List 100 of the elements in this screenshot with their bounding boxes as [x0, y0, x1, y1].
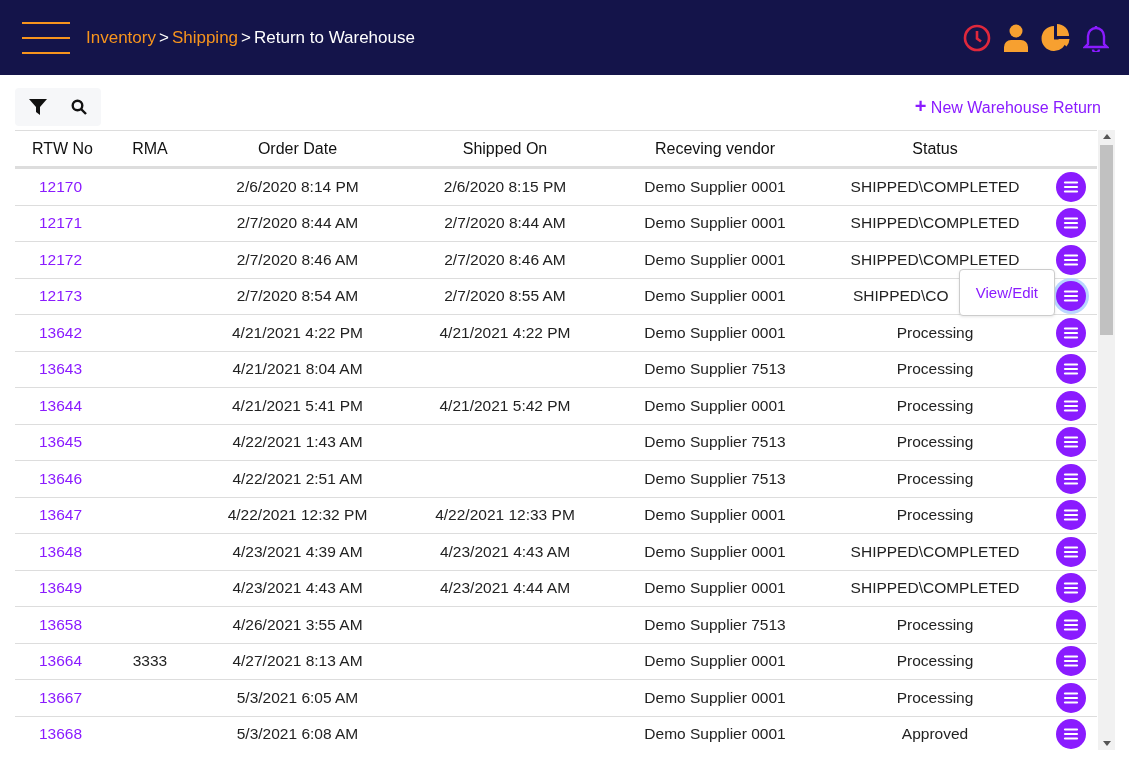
bell-icon[interactable] [1083, 23, 1109, 52]
status-cell: SHIPPED\COMPLETED [850, 250, 1020, 268]
status-cell: Processing [896, 615, 974, 633]
list-icon [1063, 399, 1079, 412]
rtw-number-link[interactable]: 12171 [15, 214, 110, 233]
table-cell: Demo Supplier 0001 [644, 396, 786, 414]
status-cell: Processing [896, 433, 974, 451]
rtw-number-link[interactable]: 13647 [15, 506, 110, 525]
row-menu-button[interactable] [1056, 682, 1086, 713]
new-warehouse-return-link[interactable]: + New Warehouse Return [914, 95, 1101, 118]
row-menu-button[interactable] [1056, 281, 1086, 312]
row-menu-button[interactable] [1056, 463, 1086, 494]
menu-icon[interactable] [22, 20, 70, 55]
tooltip[interactable]: View/Edit [958, 269, 1055, 317]
column-header[interactable]: RTW No [15, 139, 110, 158]
row-menu-button[interactable] [1056, 573, 1086, 604]
table-cell: 2/7/2020 8:55 AM [444, 287, 566, 305]
filter-icon[interactable] [29, 98, 47, 115]
table-cell: Demo Supplier 0001 [644, 688, 786, 706]
rtw-number-link[interactable]: 13643 [15, 360, 110, 379]
rtw-number-link[interactable]: 13645 [15, 433, 110, 452]
column-header[interactable]: Shipped On [405, 139, 605, 158]
table-cell: Demo Supplier 7513 [644, 469, 786, 487]
list-icon [1063, 545, 1079, 558]
breadcrumb-separator: > [158, 27, 169, 48]
breadcrumb-link[interactable]: Inventory [86, 27, 156, 48]
table-cell: 2/7/2020 8:44 AM [444, 214, 566, 232]
row-menu-button[interactable] [1056, 208, 1086, 239]
search-icon[interactable] [71, 98, 87, 115]
rtw-number-link[interactable]: 12170 [15, 177, 110, 196]
table-cell: Demo Supplier 0001 [644, 287, 786, 305]
row-menu-button[interactable] [1056, 609, 1086, 640]
breadcrumb-link[interactable]: Shipping [171, 27, 239, 48]
rtw-number-link[interactable]: 13648 [15, 542, 110, 561]
row-menu-button[interactable] [1056, 536, 1086, 567]
row-menu-button[interactable] [1056, 427, 1086, 458]
row-menu-button[interactable] [1056, 171, 1086, 202]
pie-chart-icon[interactable] [1041, 22, 1071, 53]
list-icon [1063, 217, 1079, 230]
row-menu-button[interactable] [1056, 244, 1086, 275]
column-header[interactable]: RMA [110, 139, 190, 158]
clock-icon[interactable] [963, 23, 991, 52]
rtw-number-link[interactable]: 13642 [15, 323, 110, 342]
rtw-number-link[interactable]: 13668 [15, 725, 110, 744]
table-cell: 4/22/2021 12:32 PM [227, 506, 368, 524]
status-cell: SHIPPED\CO [853, 287, 949, 305]
list-icon [1063, 363, 1079, 376]
table-cell: Demo Supplier 0001 [644, 214, 786, 232]
row-menu-button[interactable] [1056, 317, 1086, 348]
rtw-number-link[interactable]: 12172 [15, 250, 110, 269]
scrollbar-thumb[interactable] [1100, 145, 1113, 335]
row-menu-button[interactable] [1056, 500, 1086, 531]
table-cell: 4/23/2021 4:44 AM [439, 579, 571, 597]
column-header[interactable]: Status [825, 139, 1045, 158]
scroll-up-icon[interactable] [1102, 134, 1111, 139]
row-menu-button[interactable] [1056, 719, 1086, 750]
status-cell: Approved [901, 725, 969, 743]
status-cell: SHIPPED\COMPLETED [850, 542, 1020, 560]
table-cell: 2/6/2020 8:14 PM [236, 177, 359, 195]
rtw-number-link[interactable]: 13658 [15, 615, 110, 634]
list-icon [1063, 582, 1079, 595]
table-cell: 2/7/2020 8:44 AM [236, 214, 359, 232]
table-cell: 4/21/2021 5:42 PM [439, 396, 571, 414]
table-cell: Demo Supplier 0001 [644, 323, 786, 341]
status-cell: Processing [896, 506, 974, 524]
list-icon [1063, 728, 1079, 741]
table-cell: 4/22/2021 2:51 AM [232, 469, 363, 487]
rtw-number-link[interactable]: 12173 [15, 287, 110, 306]
table-cell: 2/7/2020 8:54 AM [236, 287, 359, 305]
table-cell: 4/23/2021 4:43 AM [439, 542, 571, 560]
list-icon [1063, 436, 1079, 449]
table-cell: 4/27/2021 8:13 AM [232, 652, 363, 670]
scroll-down-icon[interactable] [1102, 741, 1111, 746]
rtw-number-link[interactable]: 13664 [15, 652, 110, 671]
table-cell: Demo Supplier 0001 [644, 177, 786, 195]
row-menu-button[interactable] [1056, 354, 1086, 385]
table-cell: Demo Supplier 0001 [644, 579, 786, 597]
column-header[interactable]: Order Date [190, 139, 405, 158]
table-cell: 4/26/2021 3:55 AM [232, 615, 363, 633]
rtw-number-link[interactable]: 13649 [15, 579, 110, 598]
user-icon[interactable] [1003, 23, 1029, 52]
row-menu-button[interactable] [1056, 390, 1086, 421]
list-icon [1063, 290, 1079, 303]
status-cell: SHIPPED\COMPLETED [850, 214, 1020, 232]
table-cell: 2/6/2020 8:15 PM [443, 177, 567, 195]
table-cell: 4/21/2021 4:22 PM [439, 323, 571, 341]
table-cell: 2/7/2020 8:46 AM [444, 250, 566, 268]
rtw-number-link[interactable]: 13667 [15, 688, 110, 707]
table-cell: 5/3/2021 6:05 AM [236, 688, 359, 706]
table-cell: Demo Supplier 0001 [644, 652, 786, 670]
scrollbar[interactable] [1098, 130, 1115, 750]
rtw-number-link[interactable]: 13644 [15, 396, 110, 415]
table-cell: 3333 [132, 652, 168, 670]
column-header[interactable]: Receving vendor [605, 139, 825, 158]
rtw-number-link[interactable]: 13646 [15, 469, 110, 488]
list-icon [1063, 509, 1079, 522]
row-menu-button[interactable] [1056, 646, 1086, 677]
table-cell: 4/21/2021 4:22 PM [232, 323, 363, 341]
table-cell: 4/21/2021 5:41 PM [232, 396, 363, 414]
table-cell: 4/23/2021 4:43 AM [232, 579, 363, 597]
